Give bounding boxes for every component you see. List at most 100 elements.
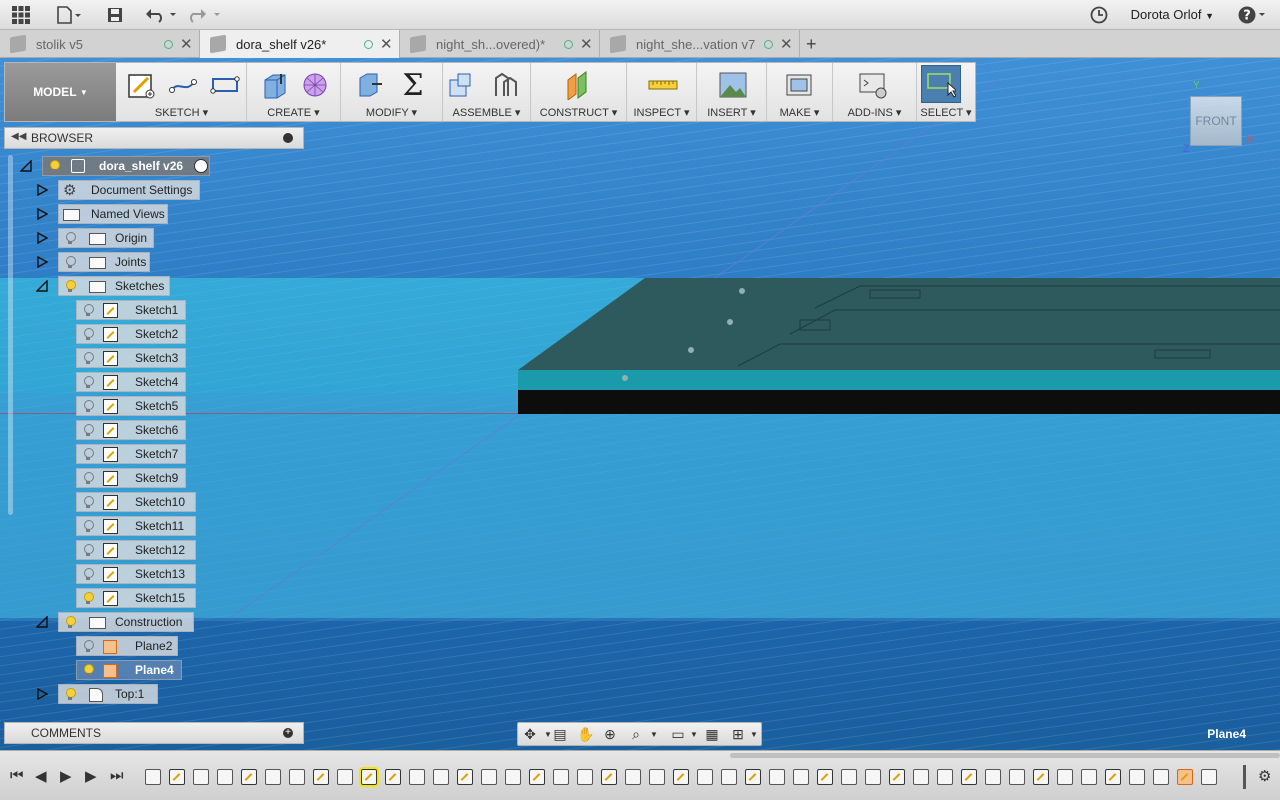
expanded-triangle-icon[interactable] — [36, 280, 48, 292]
view-cube[interactable]: FRONT — [1190, 96, 1242, 146]
clock-icon[interactable] — [1089, 5, 1109, 25]
timeline-feature[interactable] — [721, 769, 737, 785]
expand-triangle-icon[interactable] — [36, 688, 48, 700]
tree-item-label[interactable]: Construction — [58, 612, 194, 632]
lightbulb-icon[interactable] — [65, 280, 76, 293]
timeline-feature[interactable] — [337, 769, 353, 785]
grid-icon[interactable] — [11, 5, 31, 25]
lightbulb-icon[interactable] — [65, 256, 76, 269]
tree-item-label[interactable]: Plane2 — [76, 636, 178, 656]
help-icon[interactable]: ? — [1238, 5, 1268, 25]
save-icon[interactable] — [106, 5, 124, 25]
expand-triangle-icon[interactable] — [36, 184, 48, 196]
measure-icon[interactable] — [647, 69, 679, 101]
scripts-icon[interactable] — [857, 69, 889, 101]
tree-item-label[interactable]: Sketch6 — [76, 420, 186, 440]
tab-dora-shelf[interactable]: dora_shelf v26* ✕ — [200, 30, 400, 58]
tree-item-label[interactable]: Sketch12 — [76, 540, 196, 560]
make-menu[interactable]: MAKE ▾ — [767, 106, 832, 119]
lightbulb-icon[interactable] — [83, 664, 94, 677]
timeline-feature[interactable] — [217, 769, 233, 785]
lightbulb-icon[interactable] — [83, 352, 94, 365]
timeline-feature[interactable] — [841, 769, 857, 785]
tree-item-label[interactable]: Origin — [58, 228, 154, 248]
timeline-feature[interactable] — [1081, 769, 1097, 785]
look-at-icon[interactable]: ▤ — [552, 726, 568, 742]
tree-item-label[interactable]: Sketch9 — [76, 468, 186, 488]
timeline-feature[interactable] — [649, 769, 665, 785]
insert-image-icon[interactable] — [717, 69, 749, 101]
file-icon[interactable] — [55, 5, 83, 25]
user-menu[interactable]: Dorota Orlof ▼ — [1131, 7, 1214, 22]
expanded-triangle-icon[interactable] — [20, 160, 32, 172]
timeline-feature[interactable] — [1009, 769, 1025, 785]
redo-icon[interactable] — [188, 5, 222, 25]
chevron-down-icon[interactable]: ▼ — [686, 726, 702, 742]
timeline-sketch[interactable] — [313, 769, 329, 785]
close-icon[interactable]: ✕ — [180, 35, 193, 53]
tree-item-label[interactable]: Sketch1 — [76, 300, 186, 320]
timeline-feature[interactable] — [697, 769, 713, 785]
timeline-feature[interactable] — [1153, 769, 1169, 785]
gear-icon[interactable]: ⚙ — [1258, 767, 1271, 785]
tree-item-label[interactable]: Plane4 — [76, 660, 182, 680]
timeline-feature[interactable] — [481, 769, 497, 785]
lightbulb-icon[interactable] — [83, 568, 94, 581]
step-back-icon[interactable]: ◀ — [35, 767, 47, 785]
timeline-feature[interactable] — [553, 769, 569, 785]
lightbulb-icon[interactable] — [83, 496, 94, 509]
timeline-sketch[interactable] — [1177, 769, 1193, 785]
timeline-feature[interactable] — [937, 769, 953, 785]
lightbulb-icon[interactable] — [83, 592, 94, 605]
timeline-feature[interactable] — [1057, 769, 1073, 785]
lightbulb-icon[interactable] — [83, 376, 94, 389]
timeline-feature[interactable] — [985, 769, 1001, 785]
close-icon[interactable]: ✕ — [580, 35, 593, 53]
timeline-feature[interactable] — [1201, 769, 1217, 785]
play-icon[interactable]: ▶ — [60, 767, 72, 785]
expanded-triangle-icon[interactable] — [36, 616, 48, 628]
tree-item-label[interactable]: Sketches — [58, 276, 170, 296]
tree-item-label[interactable]: Named Views — [58, 204, 168, 224]
lightbulb-icon[interactable] — [83, 304, 94, 317]
timeline-sketch[interactable] — [601, 769, 617, 785]
timeline-feature[interactable] — [913, 769, 929, 785]
lightbulb-icon[interactable] — [83, 640, 94, 653]
timeline-sketch[interactable] — [457, 769, 473, 785]
timeline-sketch[interactable] — [169, 769, 185, 785]
timeline-sketch[interactable] — [817, 769, 833, 785]
offset-plane-icon[interactable] — [563, 69, 595, 101]
timeline-feature[interactable] — [793, 769, 809, 785]
timeline-feature[interactable] — [769, 769, 785, 785]
timeline-feature[interactable] — [505, 769, 521, 785]
browser-scrollbar[interactable] — [8, 155, 13, 515]
chevron-down-icon[interactable]: ▼ — [746, 726, 762, 742]
lightbulb-icon[interactable] — [83, 472, 94, 485]
tab-night-shelf-vation[interactable]: night_she...vation v7 ✕ — [600, 30, 800, 58]
tree-item-label[interactable]: Sketch7 — [76, 444, 186, 464]
lightbulb-icon[interactable] — [65, 232, 76, 245]
tree-item-label[interactable]: Top:1 — [58, 684, 158, 704]
minimize-icon[interactable] — [283, 133, 293, 143]
lightbulb-icon[interactable] — [83, 544, 94, 557]
lightbulb-icon[interactable] — [83, 400, 94, 413]
timeline-feature[interactable] — [1129, 769, 1145, 785]
timeline-sketch[interactable] — [673, 769, 689, 785]
collapse-panel-icon[interactable]: ◀◀ — [11, 131, 26, 142]
sketch-menu[interactable]: SKETCH ▾ — [117, 106, 246, 119]
orbit-icon[interactable]: ✥ — [522, 726, 538, 742]
timeline-sketch[interactable] — [529, 769, 545, 785]
addins-menu[interactable]: ADD-INS ▾ — [833, 106, 916, 119]
new-tab-button[interactable]: + — [800, 30, 826, 58]
grid-settings-icon[interactable]: ▦ — [704, 726, 720, 742]
root-label[interactable]: dora_shelf v26 — [42, 156, 210, 176]
create-menu[interactable]: CREATE ▾ — [247, 106, 340, 119]
timeline-feature[interactable] — [865, 769, 881, 785]
lightbulb-icon[interactable] — [83, 424, 94, 437]
tree-item-label[interactable]: Sketch13 — [76, 564, 196, 584]
timeline-sketch[interactable] — [1033, 769, 1049, 785]
assemble-menu[interactable]: ASSEMBLE ▾ — [443, 106, 530, 119]
undo-icon[interactable] — [144, 5, 178, 25]
close-icon[interactable]: ✕ — [380, 35, 393, 53]
tree-item-label[interactable]: Sketch10 — [76, 492, 196, 512]
